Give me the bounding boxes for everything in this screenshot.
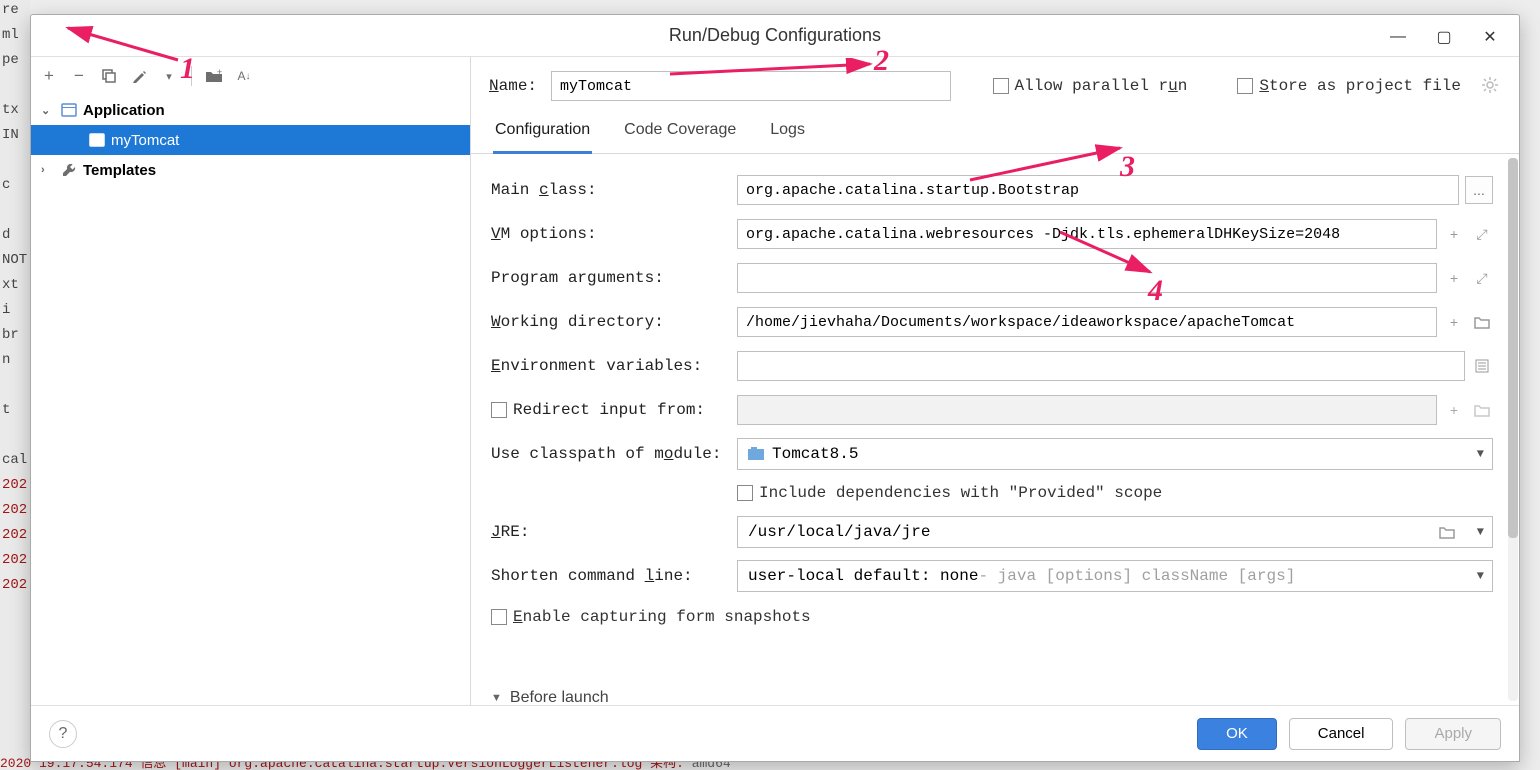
tab-logs[interactable]: Logs <box>768 111 807 153</box>
help-button[interactable]: ? <box>49 720 77 748</box>
wrench-icon <box>61 162 77 178</box>
apply-button[interactable]: Apply <box>1405 718 1501 750</box>
config-tree[interactable]: ⌄ Application myTomcat › Templates <box>31 95 470 705</box>
checkbox-icon <box>491 402 507 418</box>
tab-configuration[interactable]: Configuration <box>493 111 592 154</box>
include-provided-checkbox[interactable]: Include dependencies with "Provided" sco… <box>737 484 1162 502</box>
folder-add-icon[interactable]: + <box>204 66 224 86</box>
folder-icon <box>1471 399 1493 421</box>
chevron-down-icon: ▼ <box>491 692 502 704</box>
classpath-module-select[interactable]: Tomcat8.5 ▼ <box>737 438 1493 470</box>
allow-parallel-checkbox[interactable]: Allow parallel run <box>993 77 1188 95</box>
shorten-select[interactable]: user-local default: none - java [options… <box>737 560 1493 592</box>
before-launch-section[interactable]: ▼ Before launch <box>471 679 631 705</box>
titlebar[interactable]: Run/Debug Configurations — ▢ ✕ <box>31 15 1519 57</box>
plus-icon: + <box>1443 399 1465 421</box>
redirect-input-path <box>737 395 1437 425</box>
main-class-label: Main class: <box>491 181 737 199</box>
working-dir-label: Working directory: <box>491 313 737 331</box>
content-pane: Name: Allow parallel run Store as projec… <box>471 57 1519 705</box>
main-class-input[interactable] <box>737 175 1459 205</box>
env-vars-input[interactable] <box>737 351 1465 381</box>
ok-button[interactable]: OK <box>1197 718 1277 750</box>
minimize-button[interactable]: — <box>1375 23 1421 51</box>
checkbox-icon <box>993 78 1009 94</box>
name-label: Name: <box>489 77 537 95</box>
application-icon <box>61 103 77 117</box>
folder-icon[interactable] <box>1471 311 1493 333</box>
folder-icon[interactable] <box>1436 521 1458 543</box>
dialog-footer: ? OK Cancel Apply <box>31 705 1519 761</box>
add-config-icon[interactable]: + <box>39 66 59 86</box>
jre-value: /usr/local/java/jre <box>748 523 930 541</box>
sort-icon[interactable]: A↓ <box>234 66 254 86</box>
tab-bar: Configuration Code Coverage Logs <box>471 111 1519 154</box>
expand-icon[interactable]: ⤢ <box>1471 223 1493 245</box>
chevron-down-icon: ▼ <box>1477 447 1484 461</box>
tree-label: Templates <box>83 162 156 179</box>
scrollbar-thumb[interactable] <box>1508 158 1518 538</box>
dropdown-icon[interactable]: ▾ <box>159 66 179 86</box>
expand-icon[interactable]: ⤢ <box>1471 267 1493 289</box>
classpath-module-value: Tomcat8.5 <box>772 445 858 463</box>
redirect-input-checkbox[interactable]: Redirect input from: <box>491 401 705 419</box>
run-debug-dialog: Run/Debug Configurations — ▢ ✕ + − ▾ + <box>30 14 1520 762</box>
before-launch-label: Before launch <box>510 689 609 705</box>
tree-node-templates[interactable]: › Templates <box>31 155 470 185</box>
tree-item-mytomcat[interactable]: myTomcat <box>31 125 470 155</box>
program-args-input[interactable] <box>737 263 1437 293</box>
checkbox-icon <box>1237 78 1253 94</box>
enable-form-snapshots-checkbox[interactable]: Enable capturing form snapshots <box>491 608 811 626</box>
plus-icon[interactable]: + <box>1443 267 1465 289</box>
jre-select[interactable]: /usr/local/java/jre ▼ <box>737 516 1493 548</box>
cancel-button[interactable]: Cancel <box>1289 718 1394 750</box>
sidebar: + − ▾ + A↓ ⌄ <box>31 57 471 705</box>
tree-label: Application <box>83 102 165 119</box>
plus-icon[interactable]: + <box>1443 223 1465 245</box>
module-icon <box>748 447 764 461</box>
chevron-down-icon: ▼ <box>1477 569 1484 583</box>
application-icon <box>89 133 105 147</box>
chevron-right-icon[interactable]: › <box>41 164 55 176</box>
remove-config-icon[interactable]: − <box>69 66 89 86</box>
jre-label: JRE: <box>491 523 737 541</box>
close-button[interactable]: ✕ <box>1467 23 1513 51</box>
store-project-file-checkbox[interactable]: Store as project file <box>1237 77 1461 95</box>
include-provided-label: Include dependencies with "Provided" sco… <box>759 484 1162 502</box>
checkbox-icon <box>491 609 507 625</box>
vm-options-label: VM options: <box>491 225 737 243</box>
dialog-title: Run/Debug Configurations <box>669 25 881 46</box>
chevron-down-icon[interactable]: ⌄ <box>41 104 55 117</box>
tab-code-coverage[interactable]: Code Coverage <box>622 111 738 153</box>
program-args-label: Program arguments: <box>491 269 737 287</box>
shorten-label: Shorten command line: <box>491 567 737 585</box>
redirect-input-label: Redirect input from: <box>491 401 737 419</box>
vm-options-input[interactable] <box>737 219 1437 249</box>
classpath-module-label: Use classpath of module: <box>491 445 737 463</box>
tree-node-application[interactable]: ⌄ Application <box>31 95 470 125</box>
toolbar-separator <box>191 66 192 86</box>
chevron-down-icon: ▼ <box>1477 525 1484 539</box>
browse-main-class-button[interactable]: ... <box>1465 176 1493 204</box>
checkbox-icon <box>737 485 753 501</box>
env-vars-label: Environment variables: <box>491 357 737 375</box>
gear-icon[interactable] <box>1481 76 1501 96</box>
list-icon[interactable] <box>1471 355 1493 377</box>
edit-defaults-icon[interactable] <box>129 66 149 86</box>
name-input[interactable] <box>551 71 951 101</box>
sidebar-toolbar: + − ▾ + A↓ <box>31 57 470 95</box>
background-editor: reml pe txIN c d NOTxt ibr n t cal202 20… <box>0 0 30 770</box>
shorten-hint: - java [options] className [args] <box>978 567 1295 585</box>
tree-label: myTomcat <box>111 132 179 149</box>
plus-icon[interactable]: + <box>1443 311 1465 333</box>
maximize-button[interactable]: ▢ <box>1421 23 1467 51</box>
svg-text:+: + <box>217 68 222 77</box>
configuration-form: Main class: ... VM options: + ⤢ <box>471 154 1519 636</box>
copy-config-icon[interactable] <box>99 66 119 86</box>
shorten-value: user-local default: none <box>748 567 978 585</box>
working-dir-input[interactable] <box>737 307 1437 337</box>
